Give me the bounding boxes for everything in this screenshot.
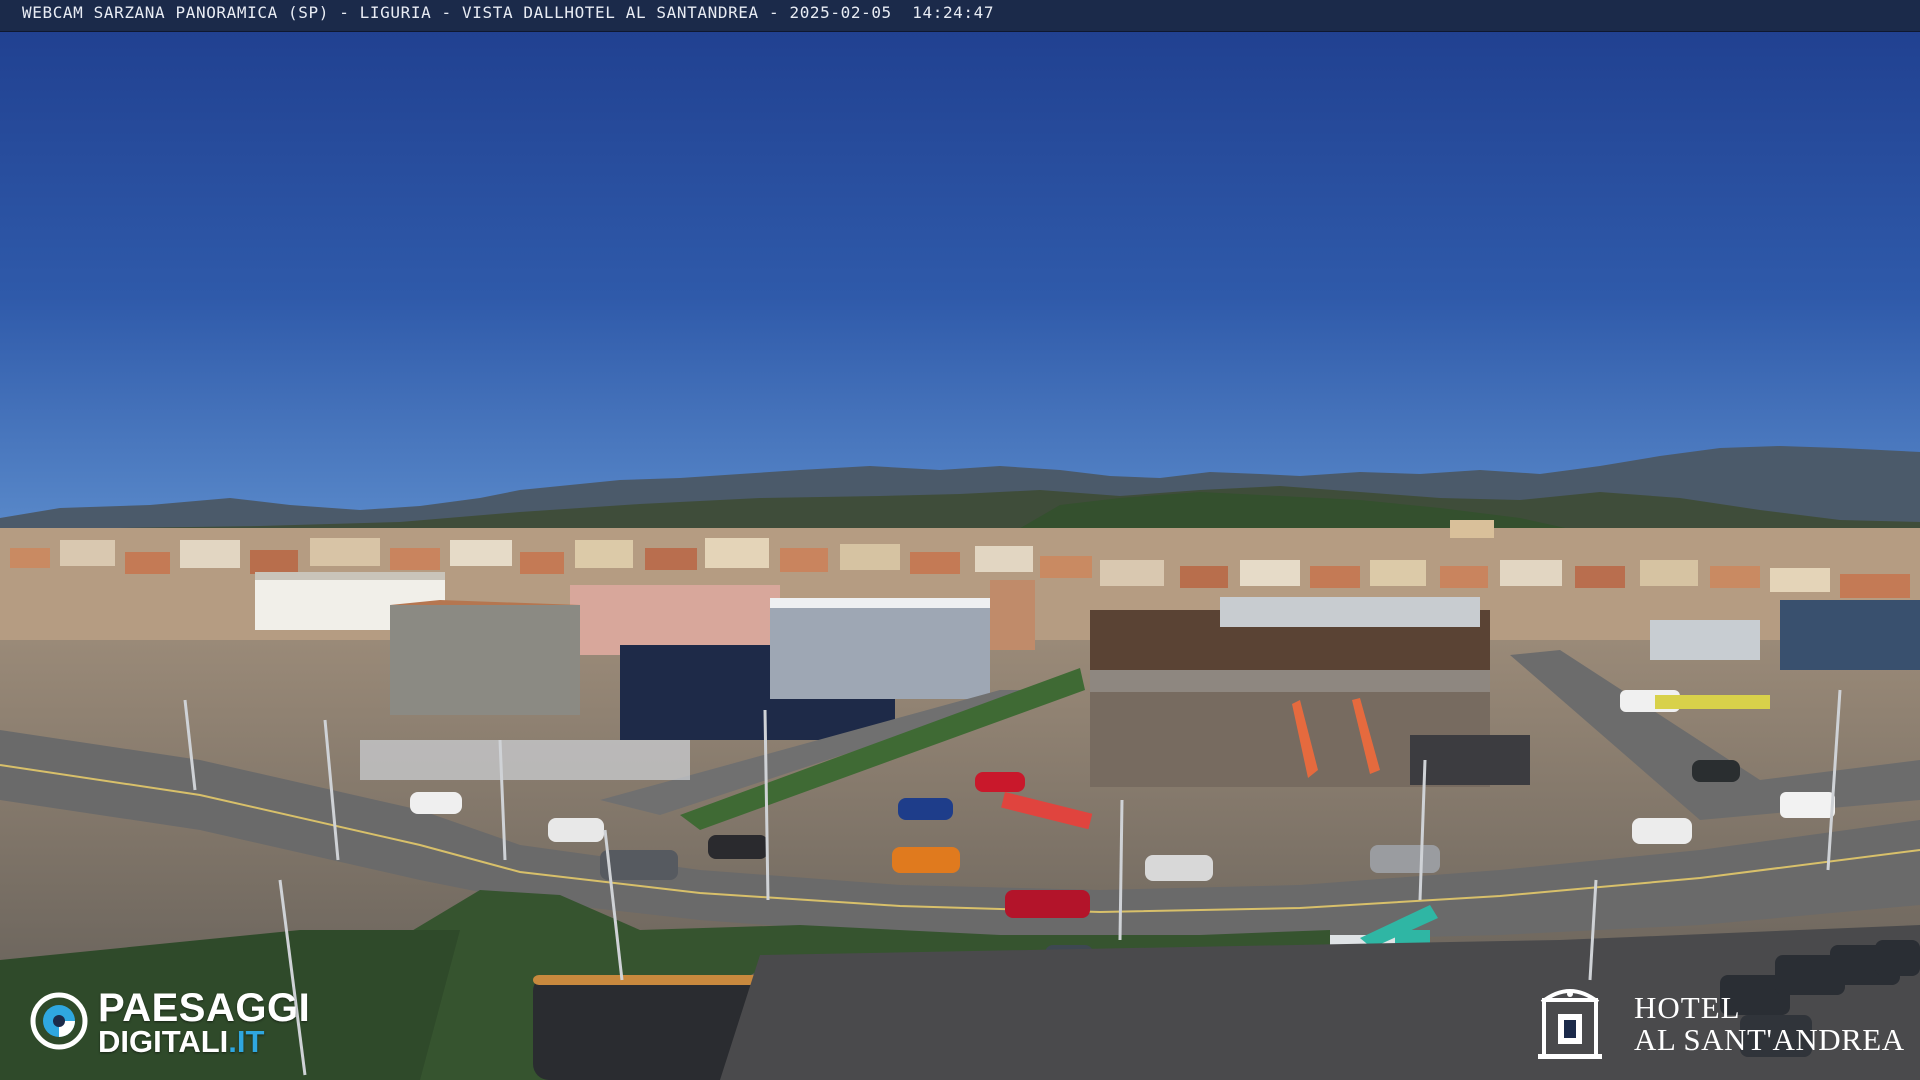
hotel-line2: AL SANT'ANDREA	[1634, 1022, 1905, 1057]
eye-icon	[30, 992, 88, 1050]
hotel-logo: HOTEL AL SANT'ANDREA	[1534, 980, 1914, 1060]
hotel-line1: HOTEL	[1634, 990, 1741, 1025]
logo-line2-suffix: .IT	[228, 1024, 265, 1059]
logo-line2-main: DIGITALI	[98, 1024, 229, 1059]
webcam-caption: WEBCAM SARZANA PANORAMICA (SP) - LIGURIA…	[22, 3, 995, 22]
yellow-sign	[1655, 695, 1770, 709]
panorama-scene	[0, 0, 1920, 1080]
sky	[0, 0, 1920, 540]
webcam-frame: WEBCAM SARZANA PANORAMICA (SP) - LIGURIA…	[0, 0, 1920, 1080]
hotel-building-icon	[1538, 989, 1602, 1059]
paesaggi-digitali-logo: PAESAGGI DIGITALI.IT	[30, 986, 340, 1062]
logo-line2: DIGITALI.IT	[98, 1024, 264, 1060]
caption-bar: WEBCAM SARZANA PANORAMICA (SP) - LIGURIA…	[0, 0, 1920, 32]
